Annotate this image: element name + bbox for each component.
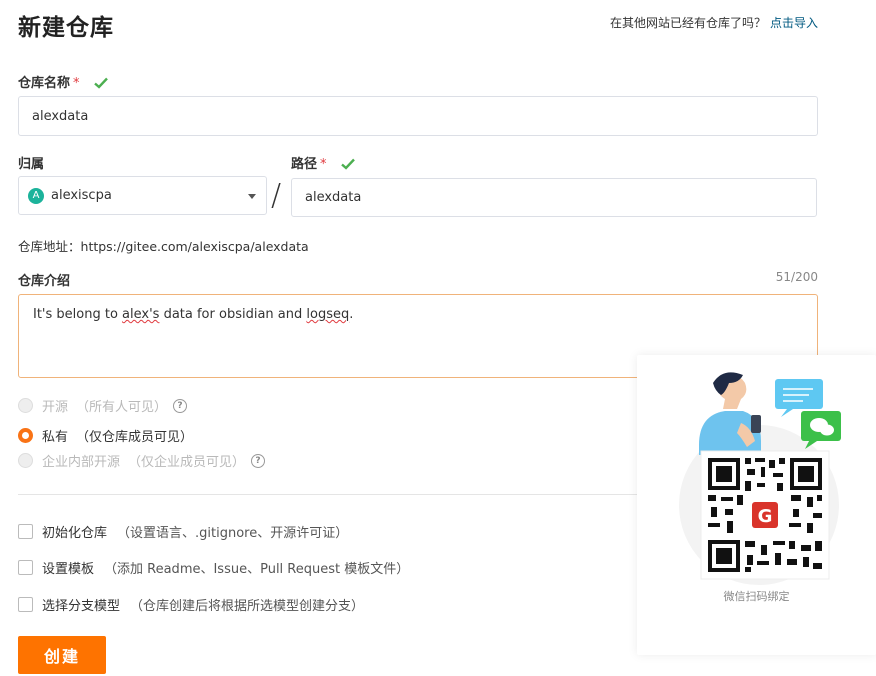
repo-name-input[interactable]: alexdata — [18, 96, 818, 136]
gitee-logo-icon: G — [758, 506, 773, 527]
visibility-enterprise-option[interactable]: 企业内部开源 （仅企业成员可见） ? — [18, 451, 266, 470]
repo-name-value: alexdata — [32, 108, 89, 124]
option-set-template[interactable]: 设置模板 （添加 Readme、Issue、Pull Request 模板文件） — [18, 558, 409, 577]
check-icon — [341, 158, 355, 170]
checkbox[interactable] — [18, 524, 33, 539]
path-label: 路径 * — [291, 153, 355, 172]
option-label: 设置模板 — [42, 562, 95, 577]
required-mark: * — [73, 76, 80, 91]
intro-char-counter: 51/200 — [775, 270, 818, 284]
checkbox[interactable] — [18, 560, 33, 575]
import-link[interactable]: 点击导入 — [770, 16, 818, 30]
path-separator: / — [271, 178, 282, 213]
option-desc: （设置语言、.gitignore、开源许可证） — [117, 526, 349, 541]
import-hint: 在其他网站已经有仓库了吗？ 点击导入 — [610, 14, 818, 31]
path-input[interactable]: alexdata — [291, 178, 817, 217]
intro-text-misspelled: logseq — [306, 307, 350, 322]
visibility-private-option[interactable]: 私有 （仅仓库成员可见） — [18, 426, 193, 445]
checkbox[interactable] — [18, 597, 33, 612]
repo-address-label: 仓库地址： — [18, 239, 81, 254]
repo-name-label: 仓库名称 * — [18, 72, 108, 91]
radio-button[interactable] — [18, 398, 33, 413]
option-label: 选择分支模型 — [42, 599, 121, 614]
intro-text-part: data for obsidian and — [159, 307, 307, 322]
radio-label: 企业内部开源 — [42, 455, 121, 470]
option-branch-model[interactable]: 选择分支模型 （仓库创建后将根据所选模型创建分支） — [18, 595, 364, 614]
qr-caption: 微信扫码绑定 — [723, 590, 790, 603]
check-icon — [94, 77, 108, 89]
create-button[interactable]: 创建 — [18, 636, 106, 674]
wechat-bind-illustration: G — [679, 372, 841, 585]
repo-name-label-text: 仓库名称 — [18, 76, 71, 91]
option-init-repo[interactable]: 初始化仓库 （设置语言、.gitignore、开源许可证） — [18, 522, 348, 541]
chevron-down-icon — [248, 194, 256, 199]
radio-label: 开源 — [42, 400, 69, 415]
avatar: A — [28, 187, 44, 204]
page-title: 新建仓库 — [18, 15, 114, 41]
repo-address-value: https://gitee.com/alexiscpa/alexdata — [80, 239, 309, 254]
intro-label: 仓库介绍 — [18, 274, 71, 289]
intro-text-misspelled: alex's — [122, 307, 160, 322]
radio-button-selected[interactable] — [18, 428, 33, 443]
wechat-qr-panel: G 微信扫码绑定 — [637, 355, 876, 655]
help-icon[interactable]: ? — [173, 398, 188, 413]
owner-value: alexiscpa — [51, 188, 112, 203]
import-hint-text: 在其他网站已经有仓库了吗？ — [609, 16, 766, 30]
radio-desc: （仅仓库成员可见） — [76, 430, 194, 445]
repo-address: 仓库地址：https://gitee.com/alexiscpa/alexdat… — [18, 236, 309, 255]
radio-desc: （仅企业成员可见） — [128, 455, 246, 470]
owner-label: 归属 — [18, 157, 45, 172]
radio-label: 私有 — [42, 430, 69, 445]
help-icon[interactable]: ? — [251, 453, 266, 468]
path-value: alexdata — [305, 190, 362, 205]
option-label: 初始化仓库 — [42, 526, 108, 541]
visibility-public-option[interactable]: 开源 （所有人可见） ? — [18, 396, 188, 415]
path-label-text: 路径 — [291, 157, 318, 172]
owner-select[interactable]: A alexiscpa — [18, 176, 267, 215]
option-desc: （添加 Readme、Issue、Pull Request 模板文件） — [104, 562, 410, 577]
radio-desc: （所有人可见） — [76, 400, 168, 415]
option-desc: （仓库创建后将根据所选模型创建分支） — [130, 599, 365, 614]
intro-text-part: . — [349, 307, 354, 322]
radio-button[interactable] — [18, 453, 33, 468]
intro-text-part: It's belong to — [33, 307, 123, 322]
required-mark: * — [320, 157, 327, 172]
